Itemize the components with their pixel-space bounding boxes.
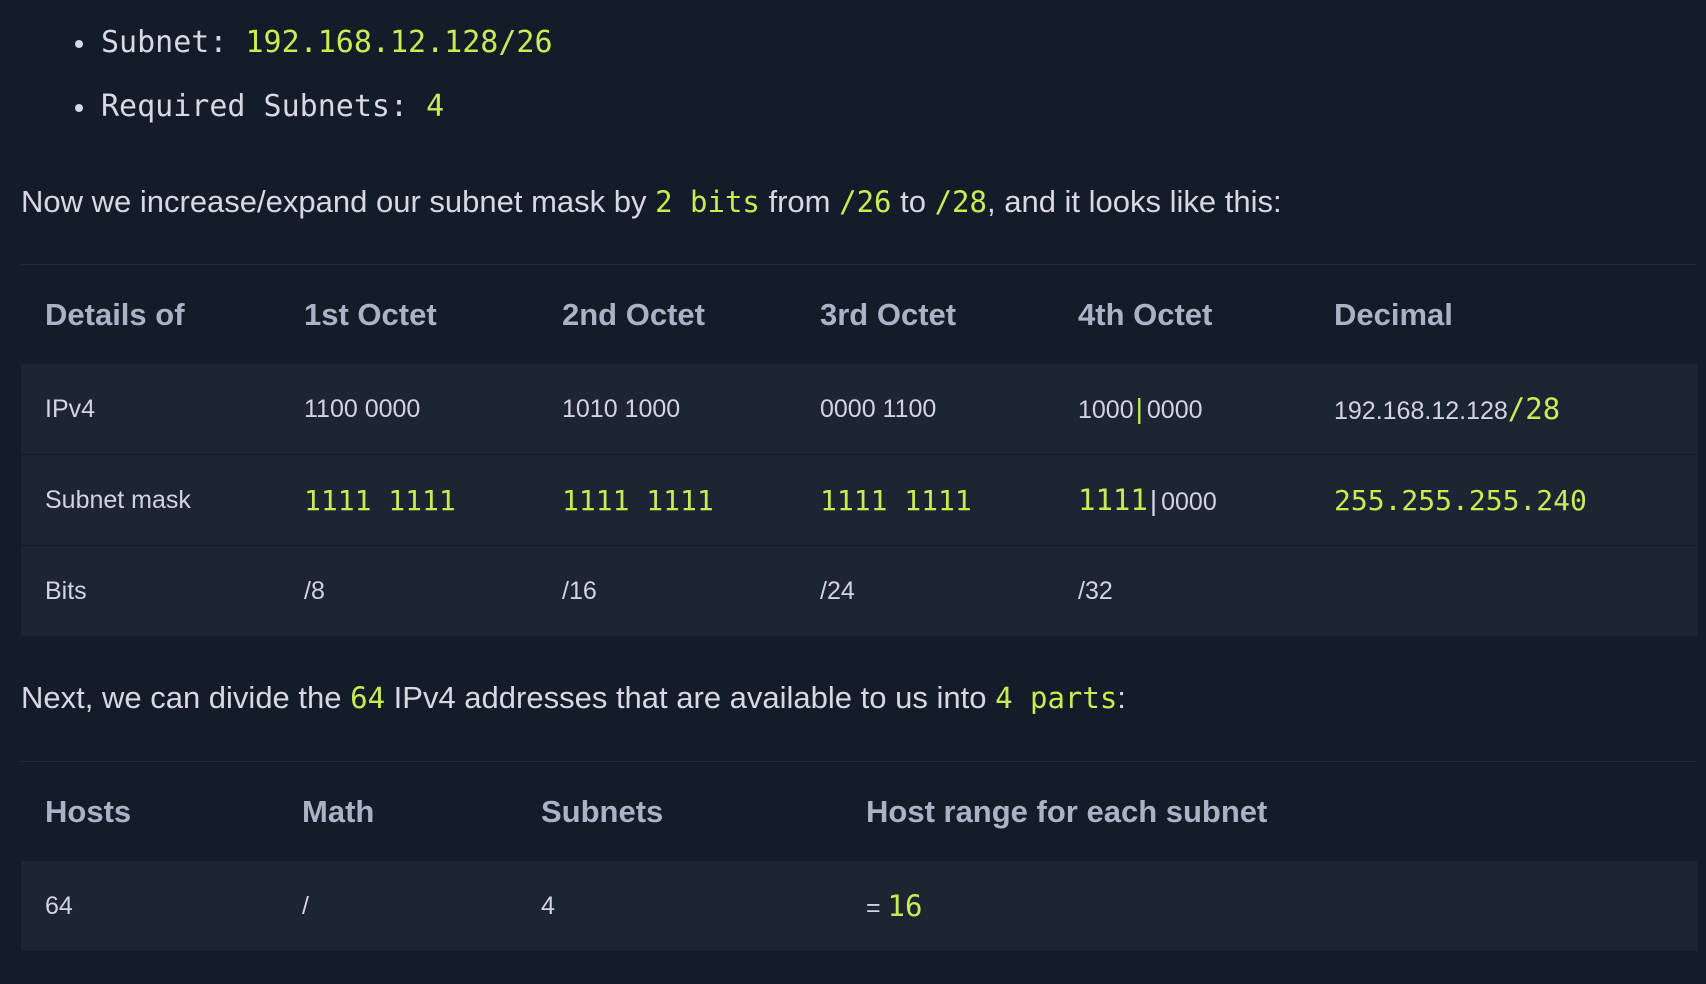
column-header: Math [278, 762, 517, 861]
table-cell: /32 [1054, 545, 1310, 637]
table-header-row: Hosts Math Subnets Host range for each s… [21, 762, 1697, 861]
column-header: Details of [21, 265, 280, 364]
paragraph-text: : [1117, 680, 1126, 715]
table-cell [1310, 545, 1697, 637]
bit-separator: | [1135, 393, 1143, 424]
paragraph-text: Now we increase/expand our subnet mask b… [21, 184, 656, 219]
row-label: Bits [21, 545, 280, 637]
table-cell: 1010 1000 [538, 364, 796, 455]
host-range-result: 16 [887, 889, 923, 923]
table-row: Subnet mask 1111 1111 1111 1111 1111 111… [21, 454, 1697, 546]
table-cell: 1100 0000 [280, 364, 538, 455]
decimal-address: 192.168.12.128 [1334, 397, 1508, 425]
table-cell: 64 [21, 861, 278, 952]
list-item: Required Subnets: 4 [70, 86, 553, 150]
cidr-suffix: /28 [1507, 392, 1561, 426]
inline-code: 2 bits [655, 185, 760, 219]
table-cell: 192.168.12.128/28 [1310, 364, 1697, 455]
octet-network-part: 1000 [1078, 396, 1134, 424]
table-cell: /16 [538, 545, 796, 637]
list-item: Subnet: 192.168.12.128/26 [70, 22, 553, 86]
bullet-label: Subnet: [101, 25, 246, 60]
paragraph-expand-mask: Now we increase/expand our subnet mask b… [21, 181, 1282, 223]
column-header: 1st Octet [280, 265, 538, 364]
column-header: Hosts [21, 762, 278, 861]
table-cell: 1111 1111 [538, 454, 796, 546]
table-cell: 1111| 0000 [1054, 454, 1310, 546]
table-cell: 1111 1111 [796, 454, 1054, 546]
column-header: Subnets [517, 762, 842, 861]
table-cell: 0000 1100 [796, 364, 1054, 455]
column-header: Decimal [1310, 265, 1697, 364]
subnet-value: 192.168.12.128/26 [245, 25, 553, 60]
table-row: IPv4 1100 0000 1010 1000 0000 1100 1000|… [21, 364, 1697, 455]
paragraph-text: , and it looks like this: [986, 184, 1282, 219]
octet-network-part: 1111 [1078, 483, 1148, 517]
octet-host-part: 0000 [1161, 488, 1217, 516]
table-row: Bits /8 /16 /24 /32 [21, 545, 1697, 637]
octet-host-part: 0000 [1146, 396, 1203, 424]
table-cell: 1000| 0000 [1054, 364, 1310, 455]
table-cell: 4 [517, 861, 842, 952]
column-header: Host range for each subnet [842, 762, 1697, 861]
bit-separator: | [1149, 485, 1158, 516]
inline-code: 64 [350, 681, 386, 715]
paragraph-divide-addresses: Next, we can divide the 64 IPv4 addresse… [21, 677, 1126, 719]
inline-code: /26 [839, 185, 892, 219]
paragraph-text: IPv4 addresses that are available to us … [385, 680, 996, 715]
table-cell: / [278, 861, 517, 952]
equals-sign: = [866, 894, 888, 922]
paragraph-text: from [759, 184, 840, 219]
host-division-table: Hosts Math Subnets Host range for each s… [21, 762, 1697, 952]
table-header-row: Details of 1st Octet 2nd Octet 3rd Octet… [21, 265, 1697, 364]
column-header: 4th Octet [1054, 265, 1310, 364]
column-header: 2nd Octet [538, 265, 796, 364]
subnet-mask-table: Details of 1st Octet 2nd Octet 3rd Octet… [21, 265, 1697, 637]
column-header: 3rd Octet [796, 265, 1054, 364]
table-cell: /8 [280, 545, 538, 637]
subnet-info-list: Subnet: 192.168.12.128/26 Required Subne… [70, 22, 553, 150]
table-cell: /24 [796, 545, 1054, 637]
table-cell: 1111 1111 [280, 454, 538, 546]
inline-code: 4 parts [995, 681, 1118, 715]
paragraph-text: to [891, 184, 935, 219]
required-subnets-value: 4 [426, 89, 445, 124]
table-cell: 255.255.255.240 [1310, 454, 1697, 546]
inline-code: /28 [934, 185, 987, 219]
paragraph-text: Next, we can divide the [21, 680, 351, 715]
table-row: 64 / 4 = 16 [21, 861, 1697, 952]
row-label: IPv4 [21, 364, 280, 455]
table-cell: = 16 [842, 861, 1697, 952]
bullet-label: Required Subnets: [101, 89, 427, 124]
row-label: Subnet mask [21, 454, 280, 546]
